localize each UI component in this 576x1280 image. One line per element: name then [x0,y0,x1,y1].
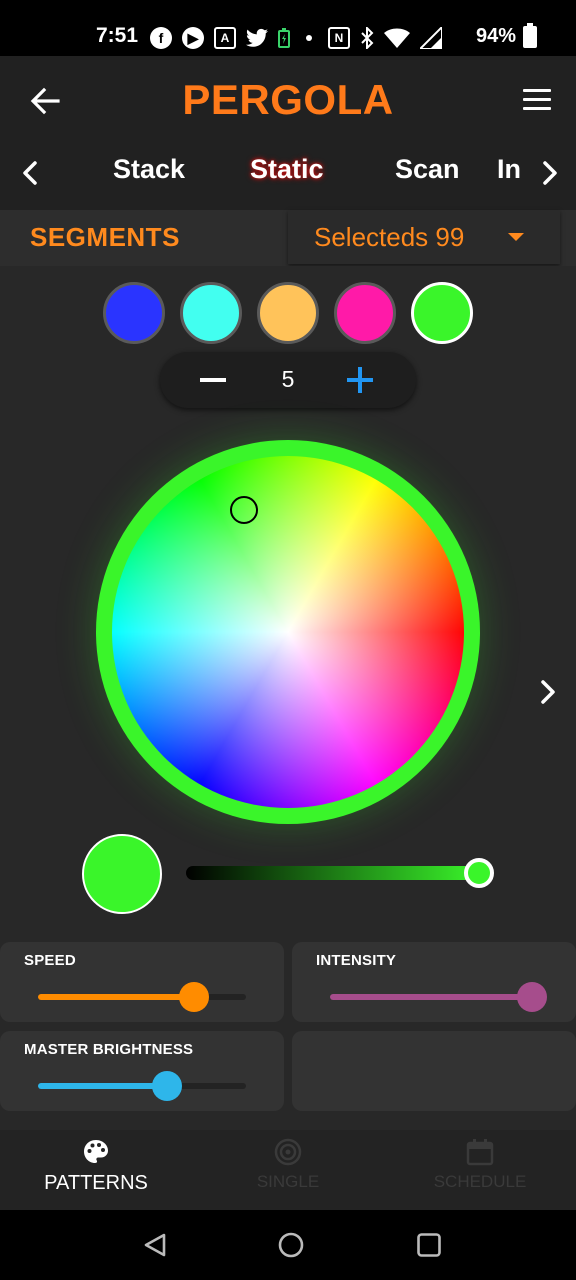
speed-label: SPEED [24,952,76,969]
segments-label: SEGMENTS [30,222,180,252]
master-brightness-card: MASTER BRIGHTNESS [0,1031,284,1111]
minus-icon[interactable] [200,378,226,382]
tabs-next-chevron-icon[interactable] [534,158,564,188]
master-brightness-slider-fill [38,1083,167,1089]
nav-patterns[interactable]: PATTERNS [0,1138,192,1195]
back-triangle-icon[interactable] [142,1232,168,1258]
plus-icon[interactable] [347,367,373,393]
bluetooth-icon [360,25,374,51]
color-brightness-thumb[interactable] [464,858,494,888]
battery-saver-icon [278,25,290,51]
translate-icon: A [214,27,236,49]
calendar-icon [466,1139,494,1166]
color-wheel-handle[interactable] [230,496,258,524]
tab-stack[interactable]: Stack [113,154,185,185]
messenger-icon: ▶ [182,27,204,49]
speed-slider[interactable] [38,982,246,1012]
next-chevron-icon[interactable] [536,678,560,706]
nav-single[interactable]: SINGLE [192,1138,384,1192]
color-wheel[interactable] [112,456,464,808]
bottom-navigation: PATTERNS SINGLE SCHEDULE [0,1130,576,1210]
empty-card [292,1031,576,1111]
color-brightness-slider[interactable] [186,866,480,880]
intensity-slider-fill [330,994,532,1000]
battery-percent: 94% [476,25,517,47]
tab-in[interactable]: In [497,154,521,185]
app-title: PERGOLA [182,76,394,123]
home-circle-icon[interactable] [278,1232,304,1258]
facebook-icon: f [150,27,172,49]
status-icons: f ▶ A N [150,24,442,52]
caret-down-icon [508,233,524,241]
color-swatch-3[interactable] [257,282,319,344]
app-bar: PERGOLA [0,56,576,146]
tab-static[interactable]: Static [250,154,324,185]
signal-icon [420,25,442,51]
system-navigation-bar [0,1210,576,1280]
tabs-prev-chevron-icon[interactable] [16,158,46,188]
nav-single-label: SINGLE [256,1172,320,1191]
nfc-icon: N [328,27,350,49]
master-brightness-slider-thumb[interactable] [151,1071,182,1101]
intensity-slider-thumb[interactable] [516,982,547,1012]
speed-slider-thumb[interactable] [179,982,209,1012]
twitter-icon [246,25,268,51]
dot-icon [306,35,312,41]
tab-scan[interactable]: Scan [395,154,460,185]
intensity-label: INTENSITY [316,952,397,969]
status-time: 7:51 [96,24,139,47]
hamburger-menu-icon[interactable] [523,89,551,111]
color-wheel-ring [96,440,480,824]
recents-square-icon[interactable] [416,1232,442,1258]
color-editor: 5 SPEED INTENSITY MASTER BRIGHTNESS [0,266,576,1130]
palette-icon [84,1140,108,1163]
intensity-slider[interactable] [330,982,547,1012]
nav-schedule-label: SCHEDULE [433,1172,527,1191]
current-color-preview [82,834,162,914]
color-swatch-5[interactable] [411,282,473,344]
nav-schedule[interactable]: SCHEDULE [384,1138,576,1192]
color-swatch-1[interactable] [103,282,165,344]
color-count-value: 5 [281,366,295,392]
battery-icon [523,23,537,48]
color-swatch-4[interactable] [334,282,396,344]
pattern-tabs: Stack Static Scan In [0,146,576,210]
master-brightness-label: MASTER BRIGHTNESS [24,1041,194,1058]
speed-card: SPEED [0,942,284,1022]
nav-patterns-label: PATTERNS [44,1172,148,1194]
master-brightness-slider[interactable] [38,1071,246,1101]
color-swatch-2[interactable] [180,282,242,344]
intensity-card: INTENSITY [292,942,576,1022]
target-icon [274,1138,302,1166]
segments-dropdown[interactable]: Selecteds 99 [288,210,560,264]
segments-bar: SEGMENTS Selecteds 99 [0,210,576,266]
speed-slider-fill [38,994,194,1000]
segments-selected-text: Selecteds 99 [314,222,465,252]
status-bar: 7:51 f ▶ A N 94% [0,0,576,56]
wifi-icon [384,25,410,51]
color-count-stepper: 5 [160,352,416,408]
